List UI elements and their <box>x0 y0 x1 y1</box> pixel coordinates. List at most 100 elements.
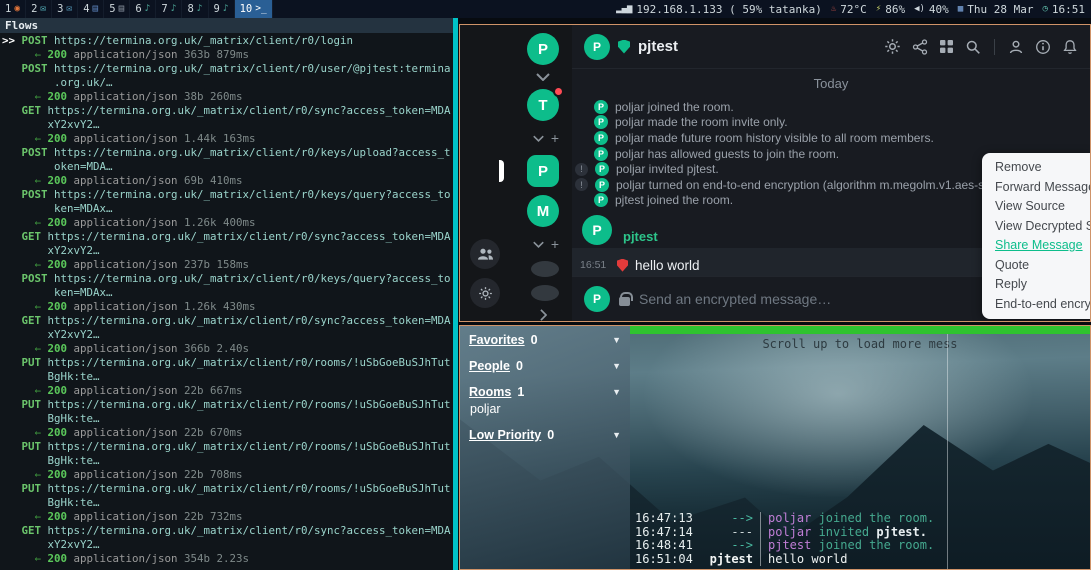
flow-row[interactable]: POST https://termina.org.uk/_matrix/clie… <box>2 146 458 188</box>
flow-row[interactable]: PUT https://termina.org.uk/_matrix/clien… <box>2 398 458 440</box>
share-room-button[interactable] <box>912 39 928 55</box>
message-text: hello world <box>635 258 700 273</box>
workspace-number: 8 <box>187 3 193 15</box>
apps-button[interactable] <box>939 39 954 54</box>
flow-row[interactable]: GET https://termina.org.uk/_matrix/clien… <box>2 230 458 272</box>
flow-row[interactable]: >> POST https://termina.org.uk/_matrix/c… <box>2 34 458 62</box>
workspace-10[interactable]: 10>_ <box>235 0 273 18</box>
search-button[interactable] <box>965 39 981 55</box>
room-avatar-gray-2[interactable] <box>531 285 559 301</box>
room-info-button[interactable] <box>1035 39 1051 55</box>
workspace-3[interactable]: 3✉ <box>52 0 78 18</box>
workspace-9[interactable]: 9♪ <box>209 0 235 18</box>
room-group-header[interactable]: Low Priority0▼ <box>469 428 621 442</box>
user-menu[interactable]: P <box>527 33 559 65</box>
room-avatar-m[interactable]: M <box>527 195 559 227</box>
room-group-header[interactable]: Rooms1▼ <box>469 385 621 399</box>
flow-row[interactable]: GET https://termina.org.uk/_matrix/clien… <box>2 314 458 356</box>
terminal-timeline: Scroll up to load more mess 16:47:13-->p… <box>630 326 1090 569</box>
timeline-event: Ppoljar made the room invite only. <box>572 115 1090 131</box>
collapse-arrow-icon[interactable]: ▼ <box>612 335 621 345</box>
sender-avatar[interactable]: P <box>582 215 612 245</box>
browser-icon: ◉ <box>14 4 20 14</box>
timeline-row: 16:47:14---poljar invited pjtest. <box>635 526 1090 540</box>
flow-row[interactable]: GET https://termina.org.uk/_matrix/clien… <box>2 104 458 146</box>
workspace-5[interactable]: 5▤ <box>104 0 130 18</box>
divider <box>994 39 995 55</box>
room-avatar-pjtest[interactable]: P <box>527 155 559 187</box>
response-size-time: 354b 2.23s <box>184 552 249 565</box>
flow-url-continuation: xY2xvY2… <box>2 538 458 552</box>
add-room-icon[interactable]: + <box>551 237 559 251</box>
menu-item-end-to-end-encry[interactable]: End-to-end encry <box>982 295 1090 315</box>
workspace-2[interactable]: 2✉ <box>26 0 52 18</box>
chevron-down-icon[interactable] <box>527 73 559 81</box>
chevron-right-icon[interactable] <box>527 309 559 321</box>
flow-selector: >> <box>2 34 22 47</box>
menu-item-reply[interactable]: Reply <box>982 275 1090 295</box>
flow-row[interactable]: POST https://termina.org.uk/_matrix/clie… <box>2 188 458 230</box>
workspace-list: 1◉2✉3✉4▤5▤6♪7♪8♪9♪10>_ <box>0 0 273 18</box>
flow-selector <box>2 104 22 117</box>
workspace-4[interactable]: 4▤ <box>78 0 104 18</box>
response-status: 200 <box>48 216 74 229</box>
workspace-8[interactable]: 8♪ <box>182 0 208 18</box>
response-size-time: 1.26k 430ms <box>184 300 256 313</box>
flow-response-line: ← 200 application/json 22b 667ms <box>2 384 458 398</box>
status-temperature-value: 72°C <box>840 3 867 16</box>
workspace-number: 3 <box>57 3 63 15</box>
menu-item-view-source[interactable]: View Source <box>982 197 1090 217</box>
collapse-arrow-icon[interactable]: ▼ <box>612 361 621 371</box>
collapse-arrow-icon[interactable]: ▼ <box>612 387 621 397</box>
room-group-header[interactable]: Favorites0▼ <box>469 333 621 347</box>
workspace-7[interactable]: 7♪ <box>156 0 182 18</box>
response-content-type: application/json <box>74 426 185 439</box>
flow-selector <box>2 398 22 411</box>
flow-row[interactable]: POST https://termina.org.uk/_matrix/clie… <box>2 62 458 104</box>
room-settings-button[interactable] <box>884 38 901 55</box>
user-avatar[interactable]: P <box>527 33 559 65</box>
collapse-arrow-icon[interactable]: ▼ <box>612 430 621 440</box>
response-arrow-icon: ← <box>35 426 48 439</box>
workspace-1[interactable]: 1◉ <box>0 0 26 18</box>
flow-row[interactable]: POST https://termina.org.uk/_matrix/clie… <box>2 272 458 314</box>
response-arrow-icon: ← <box>35 216 48 229</box>
chevron-down-icon[interactable] <box>533 235 544 253</box>
flow-row[interactable]: PUT https://termina.org.uk/_matrix/clien… <box>2 482 458 524</box>
flow-url: https://termina.org.uk/_matrix/client/r0… <box>48 524 451 537</box>
add-room-icon[interactable]: + <box>551 131 559 145</box>
room-list-item[interactable]: poljar <box>469 402 621 416</box>
menu-item-forward-message[interactable]: Forward Message <box>982 178 1090 198</box>
room-avatar[interactable]: P <box>584 34 610 60</box>
section-controls: + <box>513 129 559 147</box>
room-avatar-t[interactable]: T <box>527 89 559 121</box>
menu-item-quote[interactable]: Quote <box>982 256 1090 276</box>
room-header-actions <box>884 38 1078 55</box>
flow-url: https://termina.org.uk/_matrix/client/r0… <box>48 356 451 369</box>
workspace-6[interactable]: 6♪ <box>130 0 156 18</box>
notifications-button[interactable] <box>1062 39 1078 55</box>
mitmproxy-scrollbar[interactable] <box>453 18 458 570</box>
flow-row[interactable]: PUT https://termina.org.uk/_matrix/clien… <box>2 440 458 482</box>
settings-button[interactable] <box>470 278 500 308</box>
flow-selector <box>2 482 22 495</box>
flow-request-line: POST https://termina.org.uk/_matrix/clie… <box>2 272 458 286</box>
flow-row[interactable]: PUT https://termina.org.uk/_matrix/clien… <box>2 356 458 398</box>
room-avatar-gray-1[interactable] <box>531 261 559 277</box>
menu-item-remove[interactable]: Remove <box>982 158 1090 178</box>
workspace-number: 6 <box>135 3 141 15</box>
flow-response-line: ← 200 application/json 22b 708ms <box>2 468 458 482</box>
people-button[interactable] <box>470 239 500 269</box>
chevron-down-icon[interactable] <box>533 129 544 147</box>
workspace-number: 9 <box>214 3 220 15</box>
flow-url: https://termina.org.uk/_matrix/client/r0… <box>48 314 451 327</box>
flow-row[interactable]: GET https://termina.org.uk/_matrix/clien… <box>2 524 458 566</box>
members-button[interactable] <box>1008 39 1024 55</box>
menu-item-view-decrypted-s[interactable]: View Decrypted S <box>982 217 1090 237</box>
text-segment: poljar <box>768 511 811 525</box>
people-icon <box>477 247 494 261</box>
menu-item-share-message[interactable]: Share Message <box>982 236 1090 256</box>
flow-url-continuation: ken=MDAx… <box>2 202 458 216</box>
timestamp: 16:47:13 <box>635 512 697 526</box>
room-group-header[interactable]: People0▼ <box>469 359 621 373</box>
